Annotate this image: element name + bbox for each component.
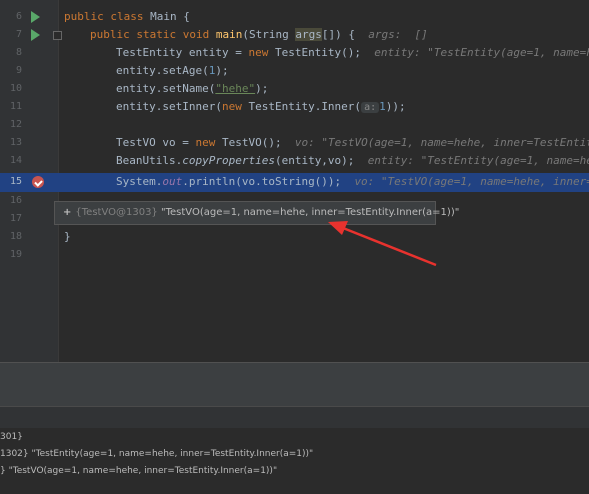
variable-row[interactable]: 1302} "TestEntity(age=1, name=hehe, inne…	[0, 449, 313, 459]
code-editor[interactable]: 6 public class Main { 7 public static vo…	[0, 0, 589, 362]
variables-panel[interactable]: 301} 1302} "TestEntity(age=1, name=hehe,…	[0, 428, 589, 494]
variables-header[interactable]	[0, 406, 589, 429]
debug-tabs-bar[interactable]	[0, 382, 589, 406]
variable-row[interactable]: } "TestVO(age=1, name=hehe, inner=TestEn…	[0, 466, 277, 476]
annotation-arrow	[328, 221, 437, 267]
debug-toolbar[interactable]	[0, 362, 589, 382]
variable-row[interactable]: 301}	[0, 432, 23, 442]
